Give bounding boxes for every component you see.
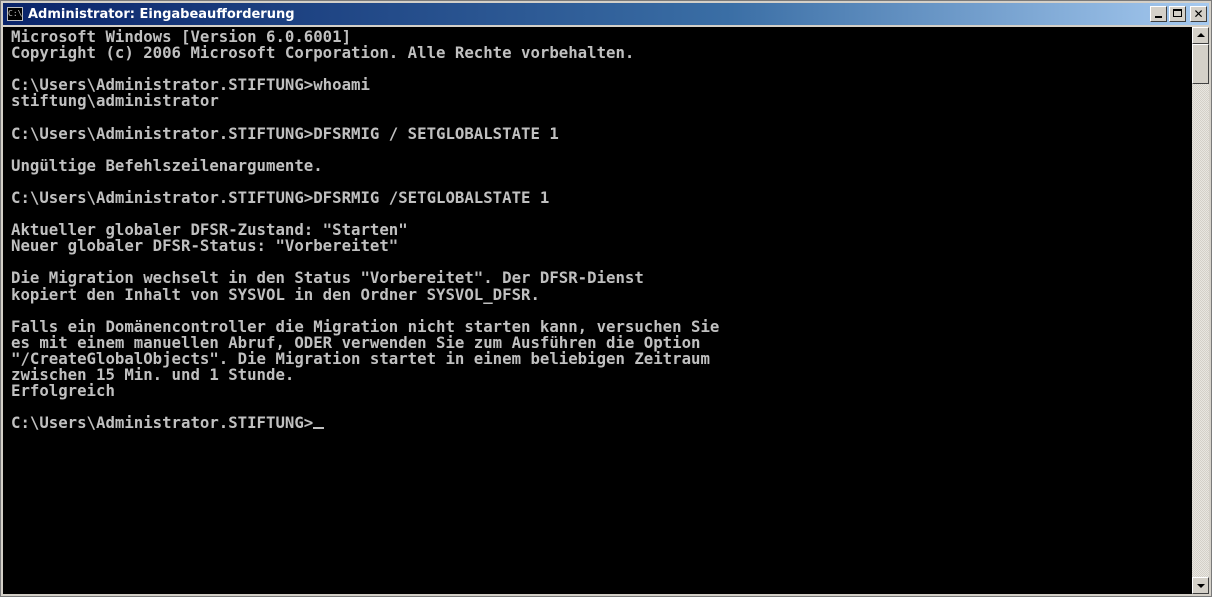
- scroll-down-button[interactable]: [1192, 577, 1209, 594]
- close-icon: ✕: [1193, 7, 1204, 21]
- command-prompt: C:\Users\Administrator.STIFTUNG>: [11, 413, 314, 433]
- maximize-button[interactable]: [1169, 6, 1186, 22]
- console-line: C:\Users\Administrator.STIFTUNG>DFSRMIG …: [11, 123, 559, 143]
- minimize-button[interactable]: [1150, 6, 1167, 22]
- console-line: Erfolgreich: [11, 381, 115, 401]
- scroll-thumb[interactable]: [1192, 44, 1209, 84]
- command-prompt-window: C:\ Administrator: Eingabeaufforderung ✕…: [0, 0, 1212, 597]
- arrow-down-icon: [1197, 584, 1205, 588]
- console-line: Ungültige Befehlszeilenargumente.: [11, 155, 323, 175]
- console-line: Copyright (c) 2006 Microsoft Corporation…: [11, 43, 635, 63]
- close-button[interactable]: ✕: [1190, 6, 1207, 22]
- console-line: stiftung\administrator: [11, 91, 219, 111]
- maximize-icon: [1173, 9, 1182, 17]
- minimize-icon: [1155, 16, 1162, 18]
- scroll-up-button[interactable]: [1192, 27, 1209, 44]
- console-text: Microsoft Windows [Version 6.0.6001] Cop…: [3, 27, 1193, 431]
- console-line: kopiert den Inhalt von SYSVOL in den Ord…: [11, 284, 540, 304]
- text-cursor: [313, 427, 325, 430]
- window-title: Administrator: Eingabeaufforderung: [28, 6, 295, 22]
- console-lines: Microsoft Windows [Version 6.0.6001] Cop…: [11, 27, 719, 400]
- vertical-scrollbar[interactable]: [1192, 27, 1209, 594]
- window-controls: ✕: [1150, 6, 1207, 22]
- console-line: C:\Users\Administrator.STIFTUNG>DFSRMIG …: [11, 187, 550, 207]
- console-output[interactable]: Microsoft Windows [Version 6.0.6001] Cop…: [3, 27, 1193, 594]
- title-bar[interactable]: C:\ Administrator: Eingabeaufforderung ✕: [3, 3, 1209, 25]
- console-line: Neuer globaler DFSR-Status: "Vorbereitet…: [11, 236, 399, 256]
- arrow-up-icon: [1197, 33, 1205, 37]
- cmd-icon[interactable]: C:\: [7, 7, 23, 21]
